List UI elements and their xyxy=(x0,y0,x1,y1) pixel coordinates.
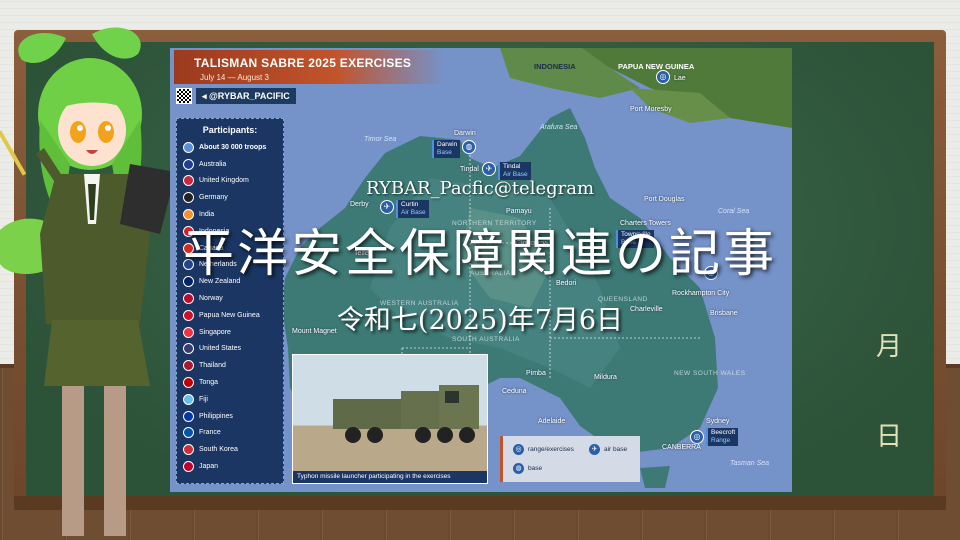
poster-title: TALISMAN SABRE 2025 EXERCISES xyxy=(194,56,412,70)
participant-item: South Korea xyxy=(183,441,283,458)
presenter-character xyxy=(0,27,170,536)
participant-item: Fiji xyxy=(183,391,283,408)
label-canberra: CANBERRA xyxy=(662,444,701,451)
chalk-day-glyph: 日 xyxy=(876,422,903,452)
participant-item: Japan xyxy=(183,458,283,475)
flag-icon xyxy=(183,377,194,389)
label-darwin: Darwin xyxy=(454,130,476,137)
telegram-handle[interactable]: ◂ @RYBAR_PACIFIC xyxy=(196,88,296,104)
participant-name: Tonga xyxy=(199,379,219,387)
soldier-icon xyxy=(183,141,194,153)
participant-item: Tonga xyxy=(183,374,283,391)
label-port-moresby: Port Moresby xyxy=(630,106,672,113)
flag-icon xyxy=(183,444,194,456)
participant-name: Australia xyxy=(199,160,227,168)
participant-name: France xyxy=(199,429,221,437)
participant-name: United States xyxy=(199,345,242,353)
base-icon: ◍ xyxy=(462,140,476,154)
poster-banner: TALISMAN SABRE 2025 EXERCISES July 14 — … xyxy=(174,50,444,84)
legend-base: ◍ base xyxy=(513,463,542,474)
airplane-icon: ✈ xyxy=(482,162,496,176)
label-rockhampton: Rockhampton City xyxy=(672,290,730,297)
label-new-south-wales: NEW SOUTH WALES xyxy=(674,370,746,377)
flag-icon xyxy=(183,360,194,372)
base-icon: ◍ xyxy=(513,463,524,474)
flag-icon xyxy=(183,461,194,473)
label-pimba: Pimba xyxy=(526,370,546,377)
participant-name: About 30 000 troops xyxy=(199,143,267,151)
telegram-handle-text: @RYBAR_PACIFIC xyxy=(209,91,290,101)
participant-item: France xyxy=(183,425,283,442)
legend-range: ◎ range/exercises xyxy=(513,444,574,455)
label-indonesia: INDONESIA xyxy=(534,62,576,71)
participants-title: Participants: xyxy=(202,125,258,135)
participant-name: South Korea xyxy=(199,446,238,454)
label-png: PAPUA NEW GUINEA xyxy=(618,62,695,71)
participant-item: Thailand xyxy=(183,357,283,374)
label-south-australia: SOUTH AUSTRALIA xyxy=(452,336,520,343)
label-timor-sea: Timor Sea xyxy=(364,136,397,143)
participant-item: About 30 000 troops xyxy=(183,139,283,156)
flag-icon xyxy=(183,410,194,422)
map-legend: ◎ range/exercises ✈ air base ◍ base xyxy=(500,436,640,482)
participant-name: Philippines xyxy=(199,412,233,420)
label-derby: Derby xyxy=(350,201,369,208)
label-arafura-sea: Arafura Sea xyxy=(540,124,578,131)
base-beecroft[interactable]: Beecroft Range xyxy=(706,428,739,446)
flag-icon xyxy=(183,158,194,170)
target-icon: ◎ xyxy=(690,430,704,444)
label-mildura: Mildura xyxy=(594,374,617,381)
label-sydney: Sydney xyxy=(706,418,730,425)
flag-icon xyxy=(183,343,194,355)
base-darwin[interactable]: Darwin Base xyxy=(432,140,461,158)
photo-caption: Typhon missile launcher participating in… xyxy=(293,471,487,483)
participant-name: Fiji xyxy=(199,395,208,403)
participant-item: Australia xyxy=(183,156,283,173)
label-tindal: Tindal xyxy=(460,166,479,173)
legend-air-base: ✈ air base xyxy=(589,444,627,455)
airplane-icon: ✈ xyxy=(589,444,600,455)
launcher-photo: Typhon missile launcher participating in… xyxy=(292,354,488,484)
telegram-icon: ◂ xyxy=(202,91,210,101)
qr-code-icon xyxy=(176,88,192,104)
participant-name: Thailand xyxy=(199,362,226,370)
label-tasman-sea: Tasman Sea xyxy=(730,460,770,467)
flag-icon xyxy=(183,427,194,439)
participant-name: Japan xyxy=(199,463,219,471)
poster-dates: July 14 — August 3 xyxy=(200,73,269,82)
label-lae: Lae xyxy=(674,75,686,82)
label-adelaide: Adelaide xyxy=(538,418,566,425)
participant-item: United States xyxy=(183,341,283,358)
flag-icon xyxy=(183,393,194,405)
label-ceduna: Ceduna xyxy=(502,388,527,395)
target-icon: ◎ xyxy=(656,70,670,84)
target-icon: ◎ xyxy=(513,444,524,455)
typhon-launcher-image xyxy=(333,385,479,443)
participant-item: Philippines xyxy=(183,408,283,425)
